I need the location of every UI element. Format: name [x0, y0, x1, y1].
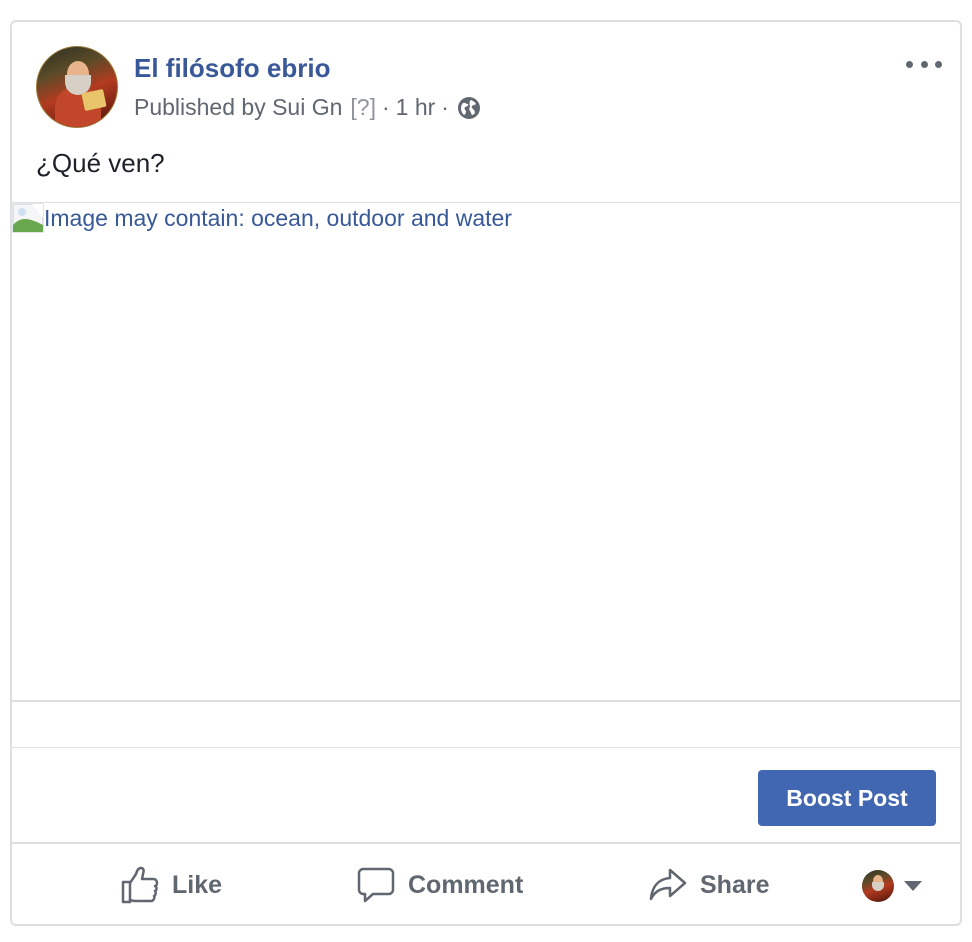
caret-down-icon: [904, 881, 922, 891]
post-text: ¿Qué ven?: [36, 148, 165, 178]
audience-avatar: [862, 870, 894, 902]
share-label: Share: [700, 870, 770, 899]
speech-bubble-icon: [357, 867, 395, 903]
page-avatar[interactable]: [36, 46, 118, 128]
comment-label: Comment: [408, 870, 524, 899]
separator: ·: [441, 94, 449, 120]
audience-selector[interactable]: [862, 868, 922, 904]
post-header: El filósofo ebrio Published by Sui Gn [?…: [12, 22, 960, 202]
share-arrow-icon: [649, 868, 687, 901]
image-alt-text[interactable]: Image may contain: ocean, outdoor and wa…: [44, 205, 512, 232]
post-image[interactable]: Image may contain: ocean, outdoor and wa…: [12, 202, 960, 702]
share-button[interactable]: Share: [648, 844, 769, 926]
published-by-text[interactable]: Published by Sui Gn: [134, 94, 342, 121]
reactions-bar: [12, 704, 960, 748]
boost-post-button[interactable]: Boost Post: [758, 770, 936, 826]
comment-button[interactable]: Comment: [356, 844, 523, 926]
globe-icon[interactable]: [457, 96, 481, 120]
separator: ·: [381, 94, 390, 120]
post-card: El filósofo ebrio Published by Sui Gn [?…: [10, 20, 962, 926]
post-meta: Published by Sui Gn [?] · 1 hr ·: [134, 94, 481, 121]
boost-row: Boost Post: [12, 748, 960, 844]
help-marker[interactable]: [?]: [350, 94, 376, 121]
broken-image-icon: [12, 203, 44, 233]
thumbs-up-icon: [121, 866, 159, 904]
page-name-link[interactable]: El filósofo ebrio: [134, 53, 330, 84]
like-button[interactable]: Like: [120, 844, 222, 926]
action-bar: Like Comment Share: [12, 844, 960, 926]
like-label: Like: [172, 870, 223, 899]
post-time[interactable]: 1 hr: [396, 94, 436, 121]
more-options-icon[interactable]: [906, 54, 942, 74]
